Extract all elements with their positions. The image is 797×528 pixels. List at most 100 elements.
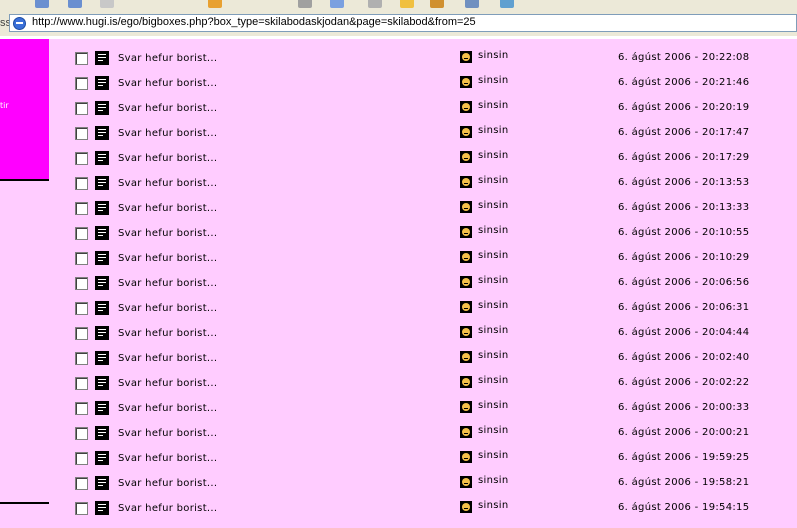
select-checkbox[interactable] (75, 202, 88, 215)
message-sender[interactable]: sinsin (478, 500, 508, 511)
document-icon[interactable] (95, 226, 109, 240)
document-icon[interactable] (95, 101, 109, 115)
select-checkbox[interactable] (75, 452, 88, 465)
document-icon[interactable] (95, 501, 109, 515)
document-icon[interactable] (95, 376, 109, 390)
select-checkbox[interactable] (75, 77, 88, 90)
message-row[interactable]: Svar hefur borist... sinsin 6. ágúst 2006 … (0, 500, 797, 528)
message-sender[interactable]: sinsin (478, 250, 508, 261)
message-sender[interactable]: sinsin (478, 325, 508, 336)
message-row[interactable]: Svar hefur borist... sinsin 6. ágúst 2006 … (0, 400, 797, 428)
message-row[interactable]: Svar hefur borist... sinsin 6. ágúst 2006 … (0, 175, 797, 203)
document-icon[interactable] (95, 176, 109, 190)
message-subject[interactable]: Svar hefur borist... (118, 353, 217, 364)
document-icon[interactable] (95, 151, 109, 165)
message-sender[interactable]: sinsin (478, 375, 508, 386)
message-row[interactable]: Svar hefur borist... sinsin 6. ágúst 2006 … (0, 375, 797, 403)
message-sender[interactable]: sinsin (478, 200, 508, 211)
message-subject[interactable]: Svar hefur borist... (118, 153, 217, 164)
document-icon[interactable] (95, 451, 109, 465)
message-sender[interactable]: sinsin (478, 150, 508, 161)
select-checkbox[interactable] (75, 502, 88, 515)
document-icon[interactable] (95, 126, 109, 140)
message-row[interactable]: Svar hefur borist... sinsin 6. ágúst 2006 … (0, 100, 797, 128)
message-sender[interactable]: sinsin (478, 475, 508, 486)
document-icon[interactable] (95, 276, 109, 290)
toolbar-icon[interactable] (500, 0, 514, 8)
message-sender[interactable]: sinsin (478, 175, 508, 186)
select-checkbox[interactable] (75, 277, 88, 290)
message-row[interactable]: Svar hefur borist... sinsin 6. ágúst 2006 … (0, 350, 797, 378)
message-subject[interactable]: Svar hefur borist... (118, 228, 217, 239)
message-subject[interactable]: Svar hefur borist... (118, 453, 217, 464)
message-subject[interactable]: Svar hefur borist... (118, 78, 217, 89)
toolbar-icon[interactable] (330, 0, 344, 8)
document-icon[interactable] (95, 201, 109, 215)
message-row[interactable]: Svar hefur borist... sinsin 6. ágúst 2006 … (0, 200, 797, 228)
message-sender[interactable]: sinsin (478, 50, 508, 61)
address-input[interactable]: http://www.hugi.is/ego/bigboxes.php?box_… (9, 14, 797, 32)
toolbar-icon[interactable] (298, 0, 312, 8)
toolbar-icon[interactable] (465, 0, 479, 8)
toolbar-icon[interactable] (35, 0, 49, 8)
message-subject[interactable]: Svar hefur borist... (118, 203, 217, 214)
message-subject[interactable]: Svar hefur borist... (118, 378, 217, 389)
toolbar-icon[interactable] (100, 0, 114, 8)
select-checkbox[interactable] (75, 127, 88, 140)
message-row[interactable]: Svar hefur borist... sinsin 6. ágúst 2006 … (0, 425, 797, 453)
message-row[interactable]: Svar hefur borist... sinsin 6. ágúst 2006 … (0, 50, 797, 78)
select-checkbox[interactable] (75, 327, 88, 340)
message-subject[interactable]: Svar hefur borist... (118, 328, 217, 339)
message-row[interactable]: Svar hefur borist... sinsin 6. ágúst 2006 … (0, 450, 797, 478)
message-sender[interactable]: sinsin (478, 300, 508, 311)
message-sender[interactable]: sinsin (478, 225, 508, 236)
message-row[interactable]: Svar hefur borist... sinsin 6. ágúst 2006 … (0, 150, 797, 178)
message-subject[interactable]: Svar hefur borist... (118, 253, 217, 264)
select-checkbox[interactable] (75, 477, 88, 490)
message-subject[interactable]: Svar hefur borist... (118, 178, 217, 189)
message-subject[interactable]: Svar hefur borist... (118, 278, 217, 289)
message-sender[interactable]: sinsin (478, 75, 508, 86)
document-icon[interactable] (95, 401, 109, 415)
message-subject[interactable]: Svar hefur borist... (118, 103, 217, 114)
message-sender[interactable]: sinsin (478, 100, 508, 111)
select-checkbox[interactable] (75, 102, 88, 115)
message-row[interactable]: Svar hefur borist... sinsin 6. ágúst 2006 … (0, 275, 797, 303)
document-icon[interactable] (95, 51, 109, 65)
toolbar-icon[interactable] (68, 0, 82, 8)
message-sender[interactable]: sinsin (478, 350, 508, 361)
message-sender[interactable]: sinsin (478, 425, 508, 436)
document-icon[interactable] (95, 326, 109, 340)
message-row[interactable]: Svar hefur borist... sinsin 6. ágúst 2006 … (0, 225, 797, 253)
message-subject[interactable]: Svar hefur borist... (118, 503, 217, 514)
document-icon[interactable] (95, 76, 109, 90)
document-icon[interactable] (95, 351, 109, 365)
message-row[interactable]: Svar hefur borist... sinsin 6. ágúst 2006 … (0, 125, 797, 153)
select-checkbox[interactable] (75, 427, 88, 440)
select-checkbox[interactable] (75, 377, 88, 390)
message-subject[interactable]: Svar hefur borist... (118, 128, 217, 139)
select-checkbox[interactable] (75, 177, 88, 190)
message-subject[interactable]: Svar hefur borist... (118, 478, 217, 489)
document-icon[interactable] (95, 301, 109, 315)
message-row[interactable]: Svar hefur borist... sinsin 6. ágúst 2006 … (0, 75, 797, 103)
message-subject[interactable]: Svar hefur borist... (118, 403, 217, 414)
message-row[interactable]: Svar hefur borist... sinsin 6. ágúst 2006 … (0, 475, 797, 503)
toolbar-icon[interactable] (400, 0, 414, 8)
message-row[interactable]: Svar hefur borist... sinsin 6. ágúst 2006 … (0, 250, 797, 278)
toolbar-icon[interactable] (208, 0, 222, 8)
message-subject[interactable]: Svar hefur borist... (118, 428, 217, 439)
document-icon[interactable] (95, 476, 109, 490)
select-checkbox[interactable] (75, 302, 88, 315)
message-row[interactable]: Svar hefur borist... sinsin 6. ágúst 2006 … (0, 325, 797, 353)
select-checkbox[interactable] (75, 402, 88, 415)
message-sender[interactable]: sinsin (478, 125, 508, 136)
address-url[interactable]: http://www.hugi.is/ego/bigboxes.php?box_… (32, 16, 476, 28)
toolbar-icon[interactable] (430, 0, 444, 8)
message-sender[interactable]: sinsin (478, 400, 508, 411)
message-sender[interactable]: sinsin (478, 450, 508, 461)
toolbar-icon[interactable] (368, 0, 382, 8)
select-checkbox[interactable] (75, 252, 88, 265)
select-checkbox[interactable] (75, 352, 88, 365)
message-subject[interactable]: Svar hefur borist... (118, 303, 217, 314)
